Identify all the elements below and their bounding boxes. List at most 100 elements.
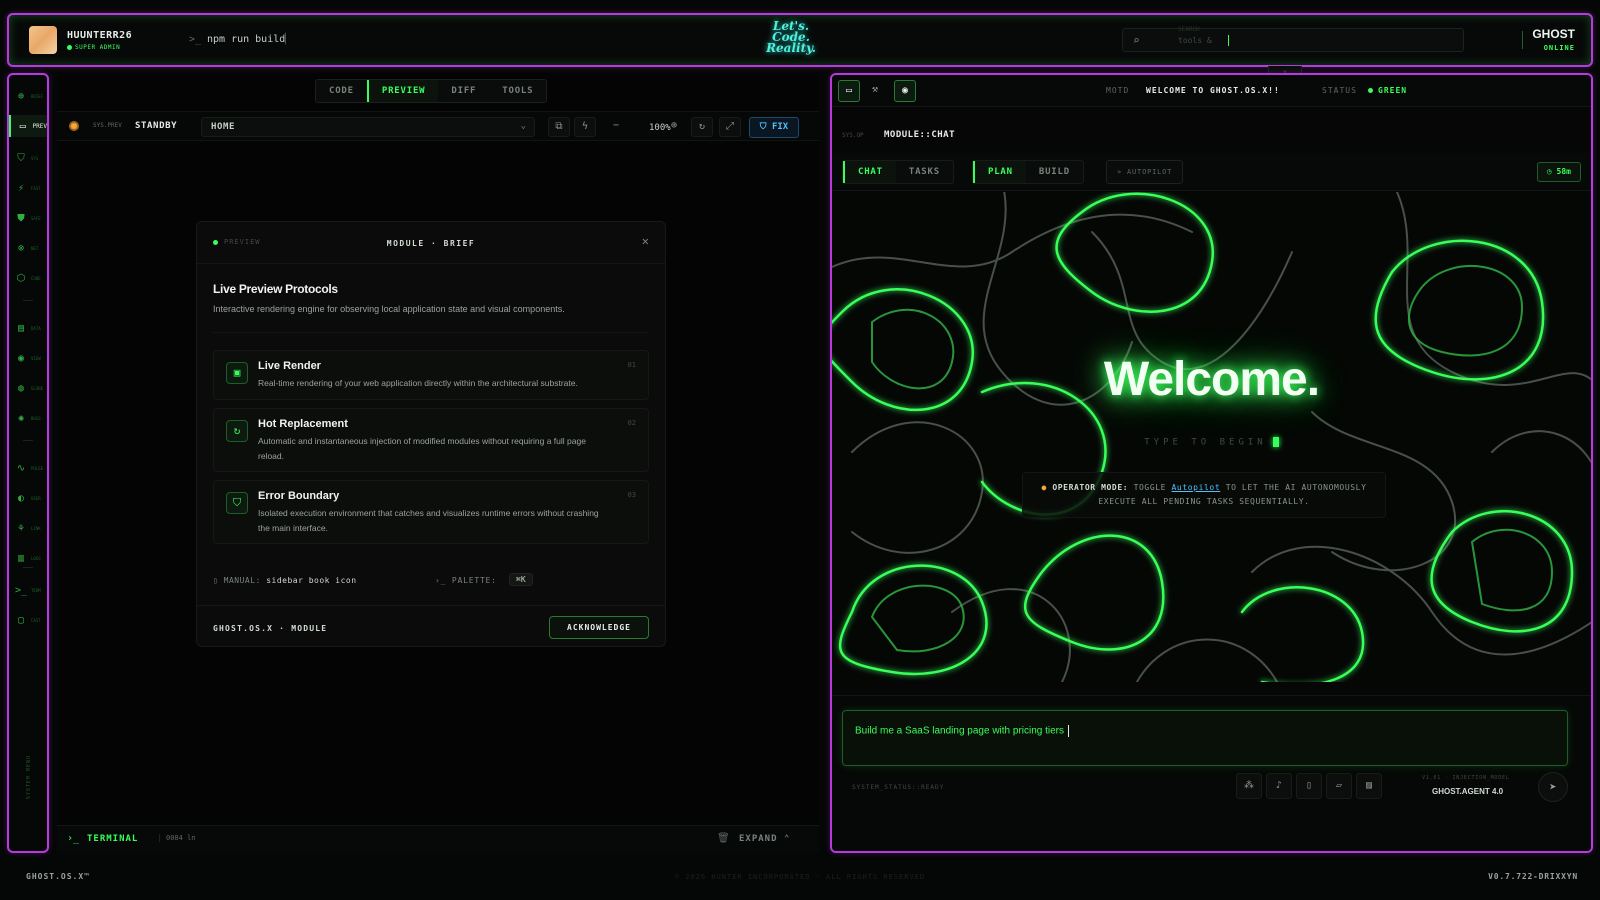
expand-label: EXPAND: [739, 834, 778, 844]
attach-file-button[interactable]: ▯: [1296, 773, 1322, 799]
monitor-icon: ▣: [226, 362, 248, 384]
sidebar-item-safe[interactable]: ⛊ SAFE: [9, 207, 47, 229]
feature-number: 03: [627, 491, 636, 499]
sidebar-icon: ⚘: [17, 522, 25, 534]
feature-item: ▣ Live Render Real-time rendering of you…: [213, 350, 649, 400]
route-select[interactable]: HOME ⌄: [201, 117, 535, 137]
chat-panel: ▭ ⚒ ◉ MOTD WELCOME TO GHOST.OS.X!! STATU…: [830, 73, 1593, 853]
tab-diff[interactable]: DIFF: [438, 80, 489, 102]
sidebar-item-net[interactable]: ⊗ NET: [9, 237, 47, 259]
tab-tasks[interactable]: TASKS: [896, 161, 953, 183]
prompt-input[interactable]: Build me a SaaS landing page with pricin…: [842, 710, 1568, 766]
sidebar-item-label: LINK: [31, 525, 41, 531]
brand-status: ONLINE: [1543, 44, 1575, 52]
tab-tools[interactable]: TOOLS: [489, 80, 546, 102]
zoom-out-button[interactable]: −: [605, 117, 627, 137]
manual-value: sidebar book icon: [266, 576, 357, 585]
sidebar-item-cube[interactable]: ⬡ CUBE: [9, 267, 47, 289]
close-button[interactable]: ✕: [642, 234, 649, 248]
autopilot-toggle[interactable]: » AUTOPILOT: [1106, 160, 1184, 184]
motd-label: MOTD: [1106, 86, 1130, 95]
fullscreen-button[interactable]: ⤢: [719, 117, 741, 137]
operator-mode-line2: EXECUTE ALL PENDING TASKS SEQUENTIALLY.: [1098, 497, 1310, 506]
chevron-down-icon: ⌄: [520, 121, 526, 131]
sidebar-item-data[interactable]: ▤ DATA: [9, 317, 47, 339]
refresh-button[interactable]: ↻: [691, 117, 713, 137]
search-input[interactable]: ⌕ SEARCH tools &: [1122, 26, 1464, 52]
mode-tabs: CHAT TASKS: [842, 160, 954, 184]
fix-button[interactable]: ⛉ FIX: [749, 117, 799, 138]
preview-view-button[interactable]: ◉: [894, 80, 916, 102]
zoom-in-button[interactable]: ⊕: [663, 117, 685, 137]
refresh-icon: ↻: [226, 420, 248, 442]
zoom-in-icon: ⊕: [670, 120, 678, 131]
sidebar-item-label: BRIEF: [31, 93, 44, 99]
acknowledge-button[interactable]: ACKNOWLEDGE: [549, 616, 649, 639]
footer: GHOST.OS.X™ © 2026 HUNTER INCORPORATED ·…: [0, 862, 1600, 900]
autopilot-link[interactable]: Autopilot: [1172, 483, 1221, 492]
module-name: MODULE::CHAT: [884, 130, 956, 140]
attach-folder-button[interactable]: ▱: [1326, 773, 1352, 799]
search-hint: SEARCH: [1178, 26, 1200, 33]
sidebar-divider: [23, 440, 33, 441]
send-button[interactable]: ➤: [1538, 772, 1568, 802]
magic-button[interactable]: ⁂: [1236, 773, 1262, 799]
prompt-text: Build me a SaaS landing page with pricin…: [855, 725, 1070, 737]
avatar[interactable]: [29, 26, 57, 54]
sidebar-vertical-label: SYSTEM MENU: [26, 755, 32, 800]
folder-icon: ▱: [1335, 780, 1343, 791]
sidebar-item-brief[interactable]: ⊕ BRIEF: [9, 85, 47, 107]
tab-chat[interactable]: CHAT: [843, 161, 896, 183]
sidebar-item-link[interactable]: ⚘ LINK: [9, 517, 47, 539]
sidebar-item-user[interactable]: ◐ USER: [9, 487, 47, 509]
sidebar-item-cast[interactable]: ▢ CAST: [9, 609, 47, 631]
sidebar-item-label: CAST: [31, 617, 41, 623]
status-indicator: [69, 121, 79, 131]
sidebar-icon: >_: [15, 584, 28, 596]
sidebar-item-globe[interactable]: ◍ GLOBE: [9, 377, 47, 399]
sidebar-item-term[interactable]: >_ TERM: [9, 579, 47, 601]
tab-build[interactable]: BUILD: [1026, 161, 1083, 183]
inspect-button[interactable]: ⧉: [548, 117, 570, 137]
voice-button[interactable]: ♪: [1266, 773, 1292, 799]
flash-button[interactable]: ϟ: [574, 117, 596, 137]
tab-plan[interactable]: PLAN: [973, 161, 1026, 183]
sidebar-item-fast[interactable]: ⚡ FAST: [9, 177, 47, 199]
sidebar-item-label: DATA: [31, 325, 41, 331]
expand-terminal-button[interactable]: EXPAND ⌃: [739, 834, 790, 844]
session-timer: ◷ 58m: [1536, 162, 1581, 182]
search-caret: [1228, 35, 1229, 46]
sidebar-item-view[interactable]: ◉ VIEW: [9, 347, 47, 369]
sidebar-icon: ▭: [19, 120, 26, 132]
sidebar-item-sys[interactable]: ⛉ SYS: [9, 147, 47, 169]
chat-bubble-icon: ▭: [845, 85, 853, 96]
feature-item: ↻ Hot Replacement Automatic and instanta…: [213, 408, 649, 472]
tab-code[interactable]: CODE: [316, 80, 367, 102]
minus-icon: −: [612, 120, 620, 131]
card-title: Live Preview Protocols: [213, 282, 338, 296]
model-label: V1.01 · INJECTION_MODEL: [1422, 775, 1510, 781]
sidebar-item-logs[interactable]: ▥ LOGS: [9, 547, 47, 569]
sidebar-divider: [23, 300, 33, 301]
preview-panel: CODE PREVIEW DIFF TOOLS SYS.PREV STANDBY…: [57, 73, 819, 853]
trash-icon[interactable]: 🗑: [717, 833, 730, 844]
chat-view-button[interactable]: ▭: [838, 80, 860, 102]
sidebar-item-prev[interactable]: ▭ PREV: [9, 115, 47, 137]
model-select[interactable]: GHOST.AGENT 4.0: [1432, 787, 1503, 796]
terminal-bar[interactable]: ›_ TERMINAL 0084 ln 🗑 EXPAND ⌃: [57, 825, 819, 853]
chat-tabs-bar: CHAT TASKS PLAN BUILD » AUTOPILOT ◷ 58m: [832, 153, 1591, 191]
tool-view-button[interactable]: ⚒: [864, 80, 886, 102]
attach-image-button[interactable]: ▨: [1356, 773, 1382, 799]
sidebar-divider: [23, 567, 33, 568]
editor-tabs: CODE PREVIEW DIFF TOOLS: [315, 79, 548, 103]
sidebar-item-label: TERM: [31, 587, 41, 593]
card-description: Interactive rendering engine for observi…: [213, 304, 565, 314]
preview-state: STANDBY: [135, 121, 178, 131]
operator-mode-hint: ● OPERATOR MODE: TOGGLE Autopilot TO LET…: [1022, 472, 1386, 518]
tab-preview[interactable]: PREVIEW: [366, 80, 439, 102]
sidebar-icon: ⊗: [17, 242, 25, 254]
sidebar-item-pulse[interactable]: ∿ PULSE: [9, 457, 47, 479]
sidebar-item-bugs[interactable]: ✺ BUGS: [9, 407, 47, 429]
command-input[interactable]: npm run build▏: [207, 34, 291, 45]
card-module-title: MODULE · BRIEF: [386, 239, 476, 248]
